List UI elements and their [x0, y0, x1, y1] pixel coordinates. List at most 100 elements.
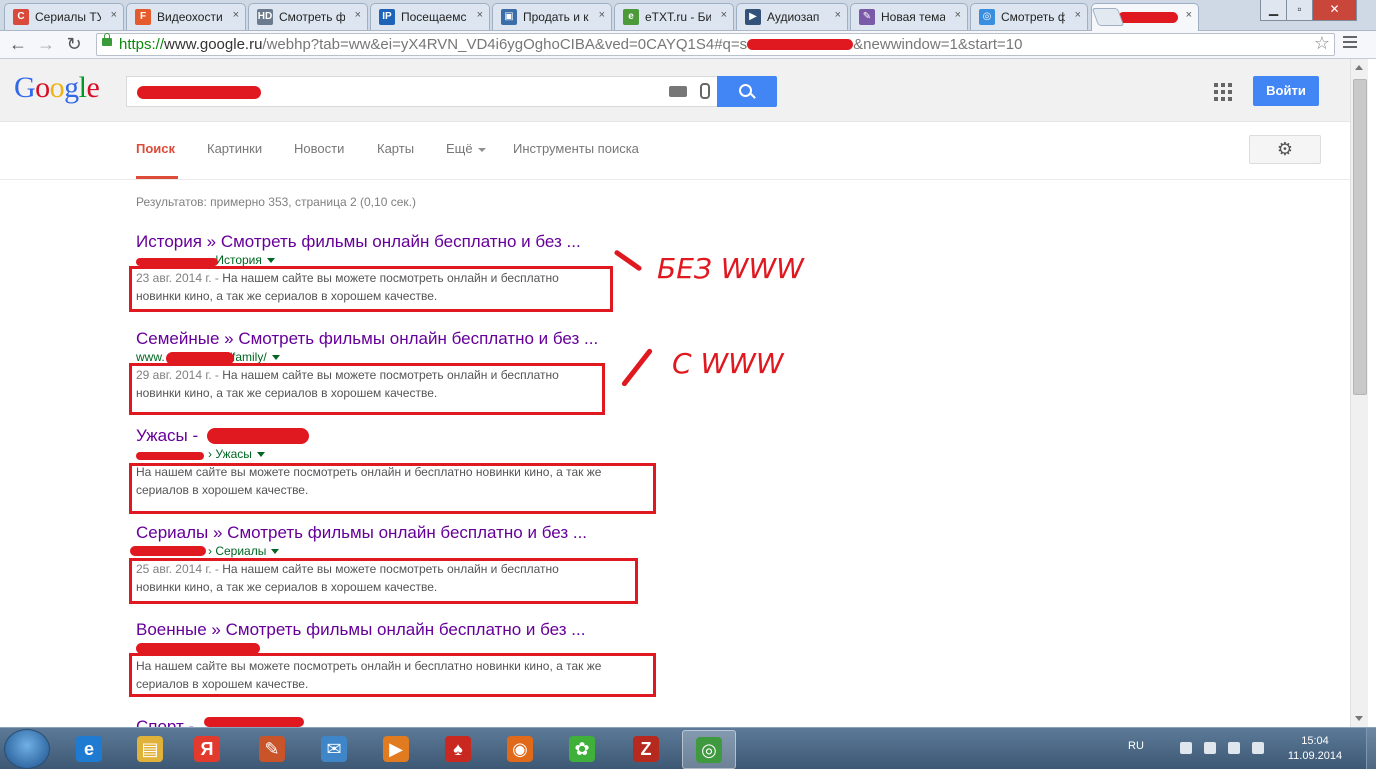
scroll-up-arrow-icon[interactable]: [1355, 65, 1363, 70]
keyboard-icon[interactable]: [669, 86, 687, 97]
chevron-down-icon[interactable]: [256, 452, 265, 458]
sign-in-button[interactable]: Войти: [1253, 76, 1319, 106]
result-url-suffix: /family/: [228, 350, 267, 364]
tab-favicon-icon: IP: [379, 9, 395, 25]
browser-tab[interactable]: IP Посещаемс ×: [370, 3, 490, 30]
show-desktop-button[interactable]: [1366, 728, 1376, 769]
taskbar-app-file-explorer[interactable]: ▤: [124, 730, 176, 767]
reload-button[interactable]: ↻: [64, 34, 84, 54]
address-bar[interactable]: https://www.google.ru/webhp?tab=ww&ei=yX…: [96, 33, 1335, 56]
taskbar-app-chrome[interactable]: ◎: [682, 730, 736, 769]
google-header: Google Войти: [0, 59, 1350, 122]
tab-search[interactable]: Поиск: [136, 141, 175, 156]
close-window-button[interactable]: ✕: [1312, 0, 1357, 21]
tray-app-icon[interactable]: [1204, 742, 1216, 754]
address-url: https://www.google.ru/webhp?tab=ww&ei=yX…: [119, 36, 1022, 53]
tab-close-icon[interactable]: ×: [1075, 9, 1081, 21]
browser-tab[interactable]: HD Смотреть ф ×: [248, 3, 368, 30]
tab-close-icon[interactable]: ×: [355, 9, 361, 21]
result-title-link[interactable]: Семейные » Смотреть фильмы онлайн беспла…: [136, 329, 696, 349]
paint-app-icon: ✎: [259, 736, 285, 762]
apps-grid-icon[interactable]: [1214, 83, 1232, 101]
taskbar-app-paint-app[interactable]: ✎: [246, 730, 298, 767]
google-logo[interactable]: Google: [14, 71, 100, 105]
back-button[interactable]: ←: [8, 34, 28, 54]
taskbar-app-internet-explorer[interactable]: e: [63, 730, 115, 767]
tab-favicon-icon: ▶: [745, 9, 761, 25]
search-button[interactable]: [717, 76, 777, 107]
tab-title: Смотреть ф: [279, 10, 345, 24]
browser-tab[interactable]: e eTXT.ru - Би ×: [614, 3, 734, 30]
tab-images[interactable]: Картинки: [207, 141, 262, 156]
maximize-button[interactable]: ▫: [1286, 0, 1313, 21]
taskbar-app-firefox[interactable]: ◉: [494, 730, 546, 767]
tab-more[interactable]: Ещё: [446, 141, 486, 156]
taskbar-app-mail-app[interactable]: ✉: [308, 730, 360, 767]
tab-close-icon[interactable]: ×: [1186, 9, 1192, 21]
microphone-icon[interactable]: [700, 83, 710, 99]
browser-tab[interactable]: ✎ Новая тема ×: [850, 3, 968, 30]
logo-letter: G: [14, 71, 36, 104]
mail-app-icon: ✉: [321, 736, 347, 762]
filezilla-icon: Z: [633, 736, 659, 762]
flag-icon[interactable]: [1228, 742, 1240, 754]
tab-close-icon[interactable]: ×: [477, 9, 483, 21]
start-button[interactable]: [4, 729, 50, 769]
browser-tab[interactable]: ▣ Продать и к ×: [492, 3, 612, 30]
language-indicator[interactable]: RU: [1128, 740, 1144, 752]
tab-close-icon[interactable]: ×: [955, 9, 961, 21]
taskbar-app-icq[interactable]: ✿: [556, 730, 608, 767]
search-input[interactable]: [126, 76, 718, 107]
page-scrollbar[interactable]: [1350, 59, 1368, 727]
tab-close-icon[interactable]: ×: [721, 9, 727, 21]
tab-close-icon[interactable]: ×: [111, 9, 117, 21]
firefox-icon: ◉: [507, 736, 533, 762]
clock[interactable]: 15:04 11.09.2014: [1280, 734, 1350, 764]
tab-news[interactable]: Новости: [294, 141, 344, 156]
result-url[interactable]: › Сериалы: [136, 544, 696, 559]
taskbar-app-yandex-browser[interactable]: Я: [181, 730, 233, 767]
result-title-link[interactable]: Военные » Смотреть фильмы онлайн бесплат…: [136, 620, 696, 640]
browser-tab[interactable]: F Видеохостинг ×: [126, 3, 246, 30]
tab-title: Посещаемс: [401, 10, 467, 24]
network-icon[interactable]: [1180, 742, 1192, 754]
taskbar-app-filezilla[interactable]: Z: [620, 730, 672, 767]
volume-icon[interactable]: [1252, 742, 1264, 754]
logo-letter: g: [64, 71, 79, 104]
browser-tab-strip: ССериалы ТУ×FВидеохостинг×HDСмотреть ф×I…: [0, 0, 1376, 31]
browser-tab[interactable]: С Сериалы ТУ ×: [4, 3, 124, 30]
bookmark-star-icon[interactable]: ☆: [1314, 33, 1330, 54]
result-url[interactable]: › Ужасы: [136, 447, 696, 462]
tab-search-tools[interactable]: Инструменты поиска: [513, 141, 639, 156]
browser-menu-icon[interactable]: [1343, 36, 1357, 51]
redaction-mark: [166, 352, 234, 365]
minimize-button[interactable]: ▁: [1260, 0, 1287, 21]
forward-button[interactable]: →: [36, 34, 56, 54]
scroll-down-arrow-icon[interactable]: [1355, 716, 1363, 721]
tab-maps[interactable]: Карты: [377, 141, 414, 156]
annotation-box: [129, 653, 656, 697]
taskbar-app-pokerstars[interactable]: ♠: [432, 730, 484, 767]
scrollbar-thumb[interactable]: [1353, 79, 1367, 395]
lock-icon: [102, 33, 112, 46]
clock-time: 15:04: [1301, 735, 1329, 747]
internet-explorer-icon: e: [76, 736, 102, 762]
tab-title: eTXT.ru - Би: [645, 10, 711, 24]
annotation-box: [129, 363, 605, 415]
tab-close-icon[interactable]: ×: [835, 9, 841, 21]
tab-close-icon[interactable]: ×: [233, 9, 239, 21]
result-url-suffix: › Ужасы: [208, 447, 252, 461]
redaction-mark: [1118, 12, 1178, 23]
chevron-down-icon[interactable]: [266, 258, 275, 264]
browser-tab[interactable]: ◎ Смотреть ф ×: [970, 3, 1088, 30]
chevron-down-icon[interactable]: [271, 355, 280, 361]
result-title-link[interactable]: Сериалы » Смотреть фильмы онлайн бесплат…: [136, 523, 696, 543]
chevron-down-icon[interactable]: [271, 549, 280, 555]
result-title-link[interactable]: История » Смотреть фильмы онлайн бесплат…: [136, 232, 696, 252]
url-host: www.google.ru: [164, 36, 263, 53]
taskbar-app-media-player[interactable]: ▶: [370, 730, 422, 767]
tab-title: Продать и к: [523, 10, 589, 24]
settings-gear-icon[interactable]: ⚙: [1249, 135, 1321, 164]
browser-tab[interactable]: ▶ Аудиозап ×: [736, 3, 848, 30]
tab-close-icon[interactable]: ×: [599, 9, 605, 21]
